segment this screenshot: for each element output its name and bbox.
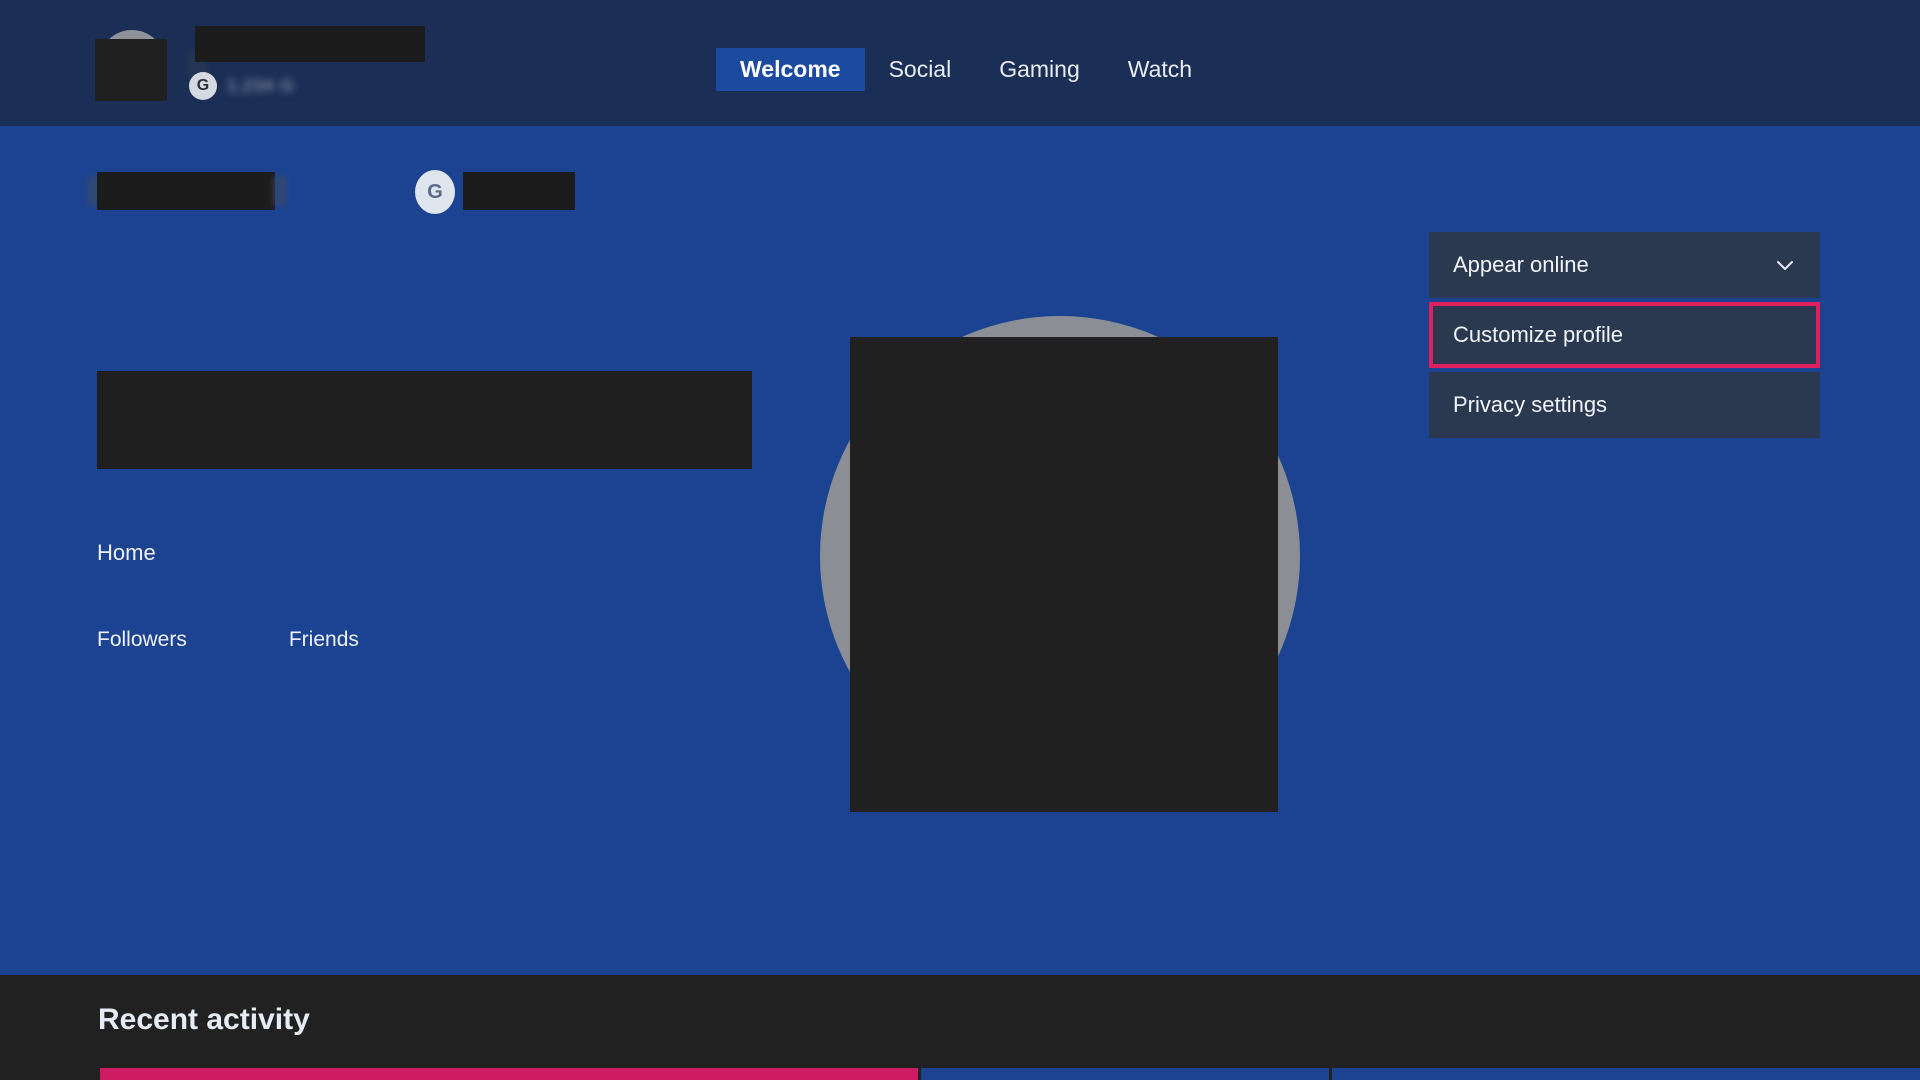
gamerscore-g-icon: G (189, 72, 217, 100)
profile-bio-redaction (97, 371, 752, 469)
tab-social[interactable]: Social (865, 48, 976, 91)
tab-gaming[interactable]: Gaming (975, 48, 1104, 91)
gamerscore-value: 1,234 G (227, 76, 295, 95)
link-friends[interactable]: Friends (289, 628, 359, 652)
activity-tile[interactable] (921, 1068, 1329, 1080)
menu-item-label: Privacy settings (1453, 392, 1608, 417)
recent-activity-title: Recent activity (98, 1003, 310, 1036)
menu-item-label: Appear online (1453, 252, 1589, 277)
profile-gamerpic-icon: G (415, 170, 455, 214)
gamerpic-letter: G (427, 180, 443, 203)
tab-welcome[interactable]: Welcome (716, 48, 865, 91)
header-gamerscore-row: G 1,234 G (189, 72, 295, 100)
header-profile-block[interactable]: G 1,234 G (95, 24, 435, 104)
avatar-display (820, 316, 1300, 812)
profile-sub-links[interactable]: Followers Friends (97, 628, 359, 652)
avatar-redaction (850, 337, 1278, 812)
profile-name-blur-right (273, 176, 287, 206)
menu-item-appear-online[interactable]: Appear online (1429, 232, 1820, 298)
profile-gamertag-redaction (463, 172, 575, 210)
activity-tile[interactable] (1332, 1068, 1920, 1080)
menu-item-customize-profile[interactable]: Customize profile (1429, 302, 1820, 368)
header-avatar[interactable] (95, 30, 169, 104)
top-header-bar: G 1,234 G Welcome Social Gaming Watch (0, 0, 1920, 126)
activity-tile[interactable] (100, 1068, 918, 1080)
header-avatar-redaction (95, 39, 167, 101)
menu-item-label: Customize profile (1453, 322, 1623, 347)
profile-options-menu[interactable]: Appear online Customize profile Privacy … (1429, 232, 1820, 438)
tab-watch[interactable]: Watch (1104, 48, 1216, 91)
link-home[interactable]: Home (97, 540, 156, 566)
activity-tiles-row[interactable] (100, 1068, 1920, 1080)
profile-display-name-redaction (97, 172, 275, 210)
main-navigation[interactable]: Welcome Social Gaming Watch (716, 48, 1216, 91)
chevron-down-icon[interactable] (1774, 254, 1796, 276)
link-followers[interactable]: Followers (97, 628, 187, 652)
menu-item-privacy-settings[interactable]: Privacy settings (1429, 372, 1820, 438)
recent-activity-section: Recent activity (0, 975, 1920, 1080)
header-name-redaction (195, 26, 425, 62)
